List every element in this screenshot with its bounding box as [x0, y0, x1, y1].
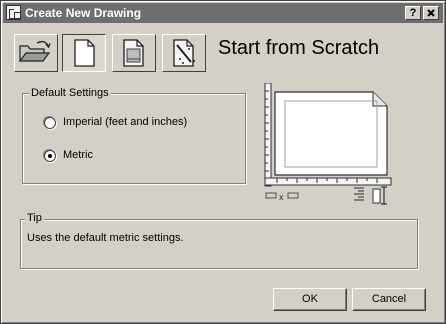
metric-radio-label[interactable]: Metric: [63, 149, 93, 161]
metric-radio[interactable]: [44, 150, 56, 162]
radio-selected-dot: [48, 154, 52, 158]
tab-use-template[interactable]: [112, 34, 156, 72]
window-title: Create New Drawing: [25, 6, 142, 20]
ok-button[interactable]: OK: [273, 288, 347, 311]
imperial-radio-label[interactable]: Imperial (feet and inches): [63, 116, 187, 128]
close-button[interactable]: [423, 6, 439, 20]
close-icon: [427, 9, 435, 17]
title-bar[interactable]: Create New Drawing ?: [3, 3, 443, 23]
create-new-drawing-dialog: Create New Drawing ? Start from Scratch …: [0, 0, 446, 324]
page-heading: Start from Scratch: [218, 37, 380, 59]
imperial-radio[interactable]: [44, 117, 56, 129]
tab-use-wizard[interactable]: [162, 34, 206, 72]
autocad-app-icon: [6, 5, 21, 20]
drawing-preview-icon: x: [264, 83, 392, 205]
blank-page-icon: [74, 39, 95, 67]
folder-open-icon: [18, 40, 51, 62]
template-page-icon: [123, 39, 144, 67]
help-button[interactable]: ?: [405, 6, 421, 20]
units-dimension-icon: x: [265, 186, 387, 205]
wizard-page-icon: [173, 39, 195, 67]
tip-group: [20, 219, 418, 269]
tab-open-drawing[interactable]: [14, 34, 58, 72]
tip-label: Tip: [25, 212, 44, 224]
tip-text: Uses the default metric settings.: [27, 232, 184, 244]
svg-text:x: x: [279, 192, 284, 202]
tab-start-from-scratch[interactable]: [62, 34, 106, 72]
cancel-button[interactable]: Cancel: [352, 288, 426, 311]
default-settings-label: Default Settings: [29, 87, 111, 99]
default-settings-group: [22, 93, 246, 184]
